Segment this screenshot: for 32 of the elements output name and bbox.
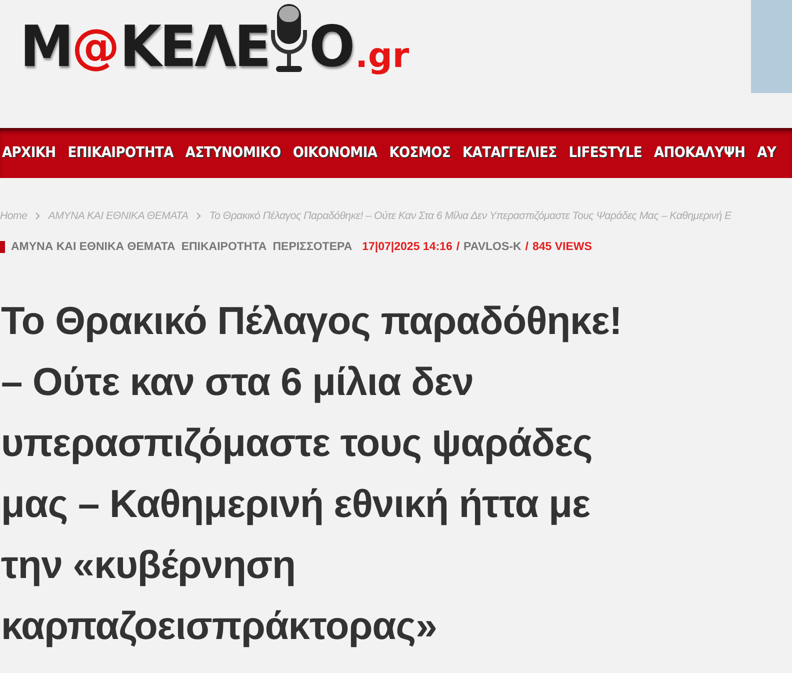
ad-banner[interactable]: [751, 0, 792, 93]
post-date: 17|07|2025 14:16: [362, 241, 452, 253]
nav-link[interactable]: ΑΥ: [757, 145, 776, 161]
separator: /: [456, 241, 460, 253]
category-link[interactable]: ΕΠΙΚΑΙΡΟΤΗΤΑ: [181, 241, 267, 253]
chevron-icon: [196, 212, 202, 220]
separator: /: [525, 241, 528, 253]
article-title-line: μας – Καθημερινή εθνική ήττα με: [1, 482, 590, 528]
nav-link[interactable]: ΑΠΟΚΑΛΥΨΗ: [654, 145, 746, 161]
article-title-line: – Ούτε καν στα 6 μίλια δεν: [1, 360, 474, 406]
logo-text[interactable]: ΚΕΛΕ: [120, 16, 270, 78]
nav-link[interactable]: LIFESTYLE: [568, 145, 642, 161]
view-count: 845 VIEWS: [532, 241, 592, 253]
logo-at-sign[interactable]: @: [72, 18, 120, 76]
article-title-line: καρπαζοεισπράκτορας»: [1, 604, 437, 650]
post-author[interactable]: PAVLOS-K: [464, 241, 522, 253]
logo-suffix[interactable]: .gr: [355, 36, 410, 76]
nav-link[interactable]: ΑΡΧΙΚΗ: [2, 145, 56, 161]
article-title-line: Το Θρακικό Πέλαγος παραδόθηκε!: [1, 299, 622, 345]
logo-text[interactable]: O: [309, 16, 354, 78]
nav-link[interactable]: ΕΠΙΚΑΙΡΟΤΗΤΑ: [68, 145, 174, 161]
category-link[interactable]: ΠΕΡΙΣΣΟΤΕΡΑ: [272, 241, 352, 253]
nav-link[interactable]: ΚΑΤΑΓΓΕΛΙΕΣ: [462, 145, 557, 161]
category-marker: [0, 241, 5, 253]
logo-text[interactable]: M: [20, 16, 72, 78]
article-title-line: υπερασπιζόμαστε τους ψαράδες: [1, 421, 592, 467]
nav-link[interactable]: ΑΣΤΥΝΟΜΙΚΟ: [185, 145, 281, 161]
nav-link[interactable]: ΚΟΣΜΟΣ: [389, 145, 450, 161]
nav-link[interactable]: ΟΙΚΟΝΟΜΙΑ: [292, 145, 378, 161]
chevron-icon: [35, 212, 40, 220]
article-title-line: την «κυβέρνηση: [1, 543, 296, 589]
category-link[interactable]: ΑΜΥΝΑ ΚΑΙ ΕΘΝΙΚΑ ΘΕΜΑΤΑ: [11, 241, 176, 253]
